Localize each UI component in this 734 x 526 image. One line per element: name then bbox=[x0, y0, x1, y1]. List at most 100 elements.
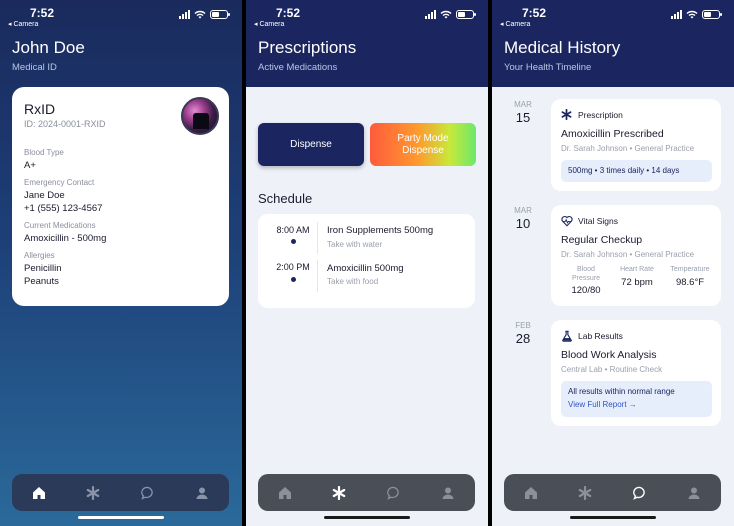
entry-provider: Central Lab • Routine Check bbox=[561, 365, 663, 374]
status-icons bbox=[179, 8, 230, 20]
medical-history-screen: 7:52 ◂ Camera Medical History Your Healt… bbox=[492, 0, 734, 526]
asterisk-icon bbox=[561, 108, 572, 123]
home-indicator[interactable] bbox=[324, 516, 410, 519]
medications-value: Amoxicillin - 500mg bbox=[24, 233, 107, 244]
blood-type-value: A+ bbox=[24, 160, 36, 171]
entry-month: FEB bbox=[515, 321, 531, 330]
home-indicator[interactable] bbox=[78, 516, 164, 519]
medication-name[interactable]: Amoxicillin 500mg bbox=[327, 263, 404, 274]
tab-home[interactable] bbox=[521, 483, 541, 503]
tab-messages[interactable] bbox=[138, 483, 158, 503]
entry-day: 28 bbox=[515, 331, 531, 346]
page-subtitle: Medical ID bbox=[12, 62, 57, 73]
flask-icon bbox=[561, 330, 573, 345]
entry-type: Lab Results bbox=[578, 331, 623, 341]
dose-time: 8:00 AM bbox=[276, 225, 310, 235]
allergy-item: Penicillin bbox=[24, 263, 62, 274]
heart-pulse-icon bbox=[561, 215, 573, 230]
entry-day: 15 bbox=[515, 110, 531, 125]
timeline-dot bbox=[291, 239, 296, 244]
battery-icon bbox=[456, 9, 476, 19]
signal-icon bbox=[425, 9, 436, 19]
home-icon bbox=[525, 486, 538, 499]
entry-day: 10 bbox=[515, 216, 531, 231]
person-icon bbox=[688, 487, 700, 499]
back-to-camera-link[interactable]: ◂ Camera bbox=[500, 20, 530, 28]
results-summary: All results within normal range bbox=[568, 387, 675, 396]
tab-bar bbox=[504, 474, 721, 511]
tab-home[interactable] bbox=[275, 483, 295, 503]
vital-blood-pressure: Blood Pressure 120/80 bbox=[561, 265, 611, 296]
vital-value: 120/80 bbox=[571, 285, 601, 296]
vital-value: 72 bpm bbox=[621, 277, 653, 288]
emergency-contact-phone[interactable]: +1 (555) 123-4567 bbox=[24, 203, 102, 214]
divider bbox=[317, 260, 318, 292]
emergency-contact-name: Jane Doe bbox=[24, 190, 65, 201]
vital-label: Heart Rate bbox=[620, 266, 654, 273]
dosage-pill: 500mg • 3 times daily • 14 days bbox=[561, 160, 712, 182]
entry-type: Vital Signs bbox=[578, 216, 619, 226]
page-subtitle: Active Medications bbox=[258, 62, 338, 73]
medical-id-screen: 7:52 ◂ Camera John Doe Medical ID RxID I… bbox=[0, 0, 242, 526]
entry-title: Regular Checkup bbox=[561, 234, 643, 246]
tab-messages[interactable] bbox=[384, 483, 404, 503]
entry-title: Amoxicillin Prescribed bbox=[561, 128, 664, 140]
page-subtitle: Your Health Timeline bbox=[504, 62, 592, 73]
tab-profile[interactable] bbox=[438, 483, 458, 503]
medical-id-card: RxID ID: 2024-0001-RXID Blood Type A+ Em… bbox=[12, 87, 229, 306]
entry-type: Prescription bbox=[578, 110, 623, 120]
page-title: Prescriptions bbox=[258, 38, 357, 57]
asterisk-icon bbox=[579, 485, 592, 500]
history-card[interactable]: Prescription Amoxicillin Prescribed Dr. … bbox=[551, 99, 721, 191]
blood-type-label: Blood Type bbox=[24, 148, 64, 157]
schedule-heading: Schedule bbox=[258, 191, 313, 206]
dispense-button[interactable]: Dispense bbox=[258, 123, 364, 166]
history-card[interactable]: Vital Signs Regular Checkup Dr. Sarah Jo… bbox=[551, 205, 721, 306]
avatar[interactable] bbox=[181, 97, 219, 135]
entry-provider: Dr. Sarah Johnson • General Practice bbox=[561, 250, 695, 259]
back-to-camera-link[interactable]: ◂ Camera bbox=[254, 20, 284, 28]
status-bar: 7:52 ◂ Camera bbox=[492, 0, 734, 30]
status-bar: 7:52 ◂ Camera bbox=[246, 0, 488, 30]
tab-profile[interactable] bbox=[192, 483, 212, 503]
view-full-report-link[interactable]: View Full Report → bbox=[568, 400, 705, 409]
status-icons bbox=[425, 8, 476, 20]
page-title: Medical History bbox=[504, 38, 621, 57]
tab-prescriptions[interactable] bbox=[83, 483, 103, 503]
medications-label: Current Medications bbox=[24, 221, 96, 230]
tab-prescriptions[interactable] bbox=[575, 483, 595, 503]
tab-bar bbox=[258, 474, 475, 511]
medication-name[interactable]: Iron Supplements 500mg bbox=[327, 225, 433, 236]
party-mode-dispense-button[interactable]: Party Mode Dispense bbox=[370, 123, 476, 166]
divider bbox=[317, 222, 318, 254]
home-indicator[interactable] bbox=[570, 516, 656, 519]
wifi-icon bbox=[686, 10, 698, 18]
prescriptions-screen: 7:52 ◂ Camera Prescriptions Active Medic… bbox=[246, 0, 488, 526]
wifi-icon bbox=[194, 10, 206, 18]
vital-heart-rate: Heart Rate 72 bpm bbox=[612, 265, 662, 288]
tab-messages[interactable] bbox=[630, 483, 650, 503]
history-card[interactable]: Lab Results Blood Work Analysis Central … bbox=[551, 320, 721, 426]
card-heading: RxID bbox=[24, 101, 56, 117]
party-mode-label: Party Mode bbox=[397, 132, 449, 144]
signal-icon bbox=[179, 9, 190, 19]
entry-provider: Dr. Sarah Johnson • General Practice bbox=[561, 144, 695, 153]
tab-home[interactable] bbox=[29, 483, 49, 503]
vital-label: Temperature bbox=[670, 266, 710, 273]
wifi-icon bbox=[440, 10, 452, 18]
tab-prescriptions[interactable] bbox=[329, 483, 349, 503]
page-title: John Doe bbox=[12, 38, 85, 57]
entry-month: MAR bbox=[514, 206, 532, 215]
schedule-card: 8:00 AM Iron Supplements 500mg Take with… bbox=[258, 214, 475, 308]
status-time: 7:52 bbox=[30, 6, 55, 20]
home-icon bbox=[279, 486, 292, 499]
signal-icon bbox=[671, 9, 682, 19]
chat-icon bbox=[140, 486, 153, 500]
vital-label: Pressure bbox=[571, 275, 600, 282]
status-bar: 7:52 ◂ Camera bbox=[0, 0, 242, 30]
tab-profile[interactable] bbox=[684, 483, 704, 503]
emergency-contact-label: Emergency Contact bbox=[24, 178, 95, 187]
vital-label: Blood bbox=[577, 266, 595, 273]
back-to-camera-link[interactable]: ◂ Camera bbox=[8, 20, 38, 28]
battery-icon bbox=[210, 9, 230, 19]
